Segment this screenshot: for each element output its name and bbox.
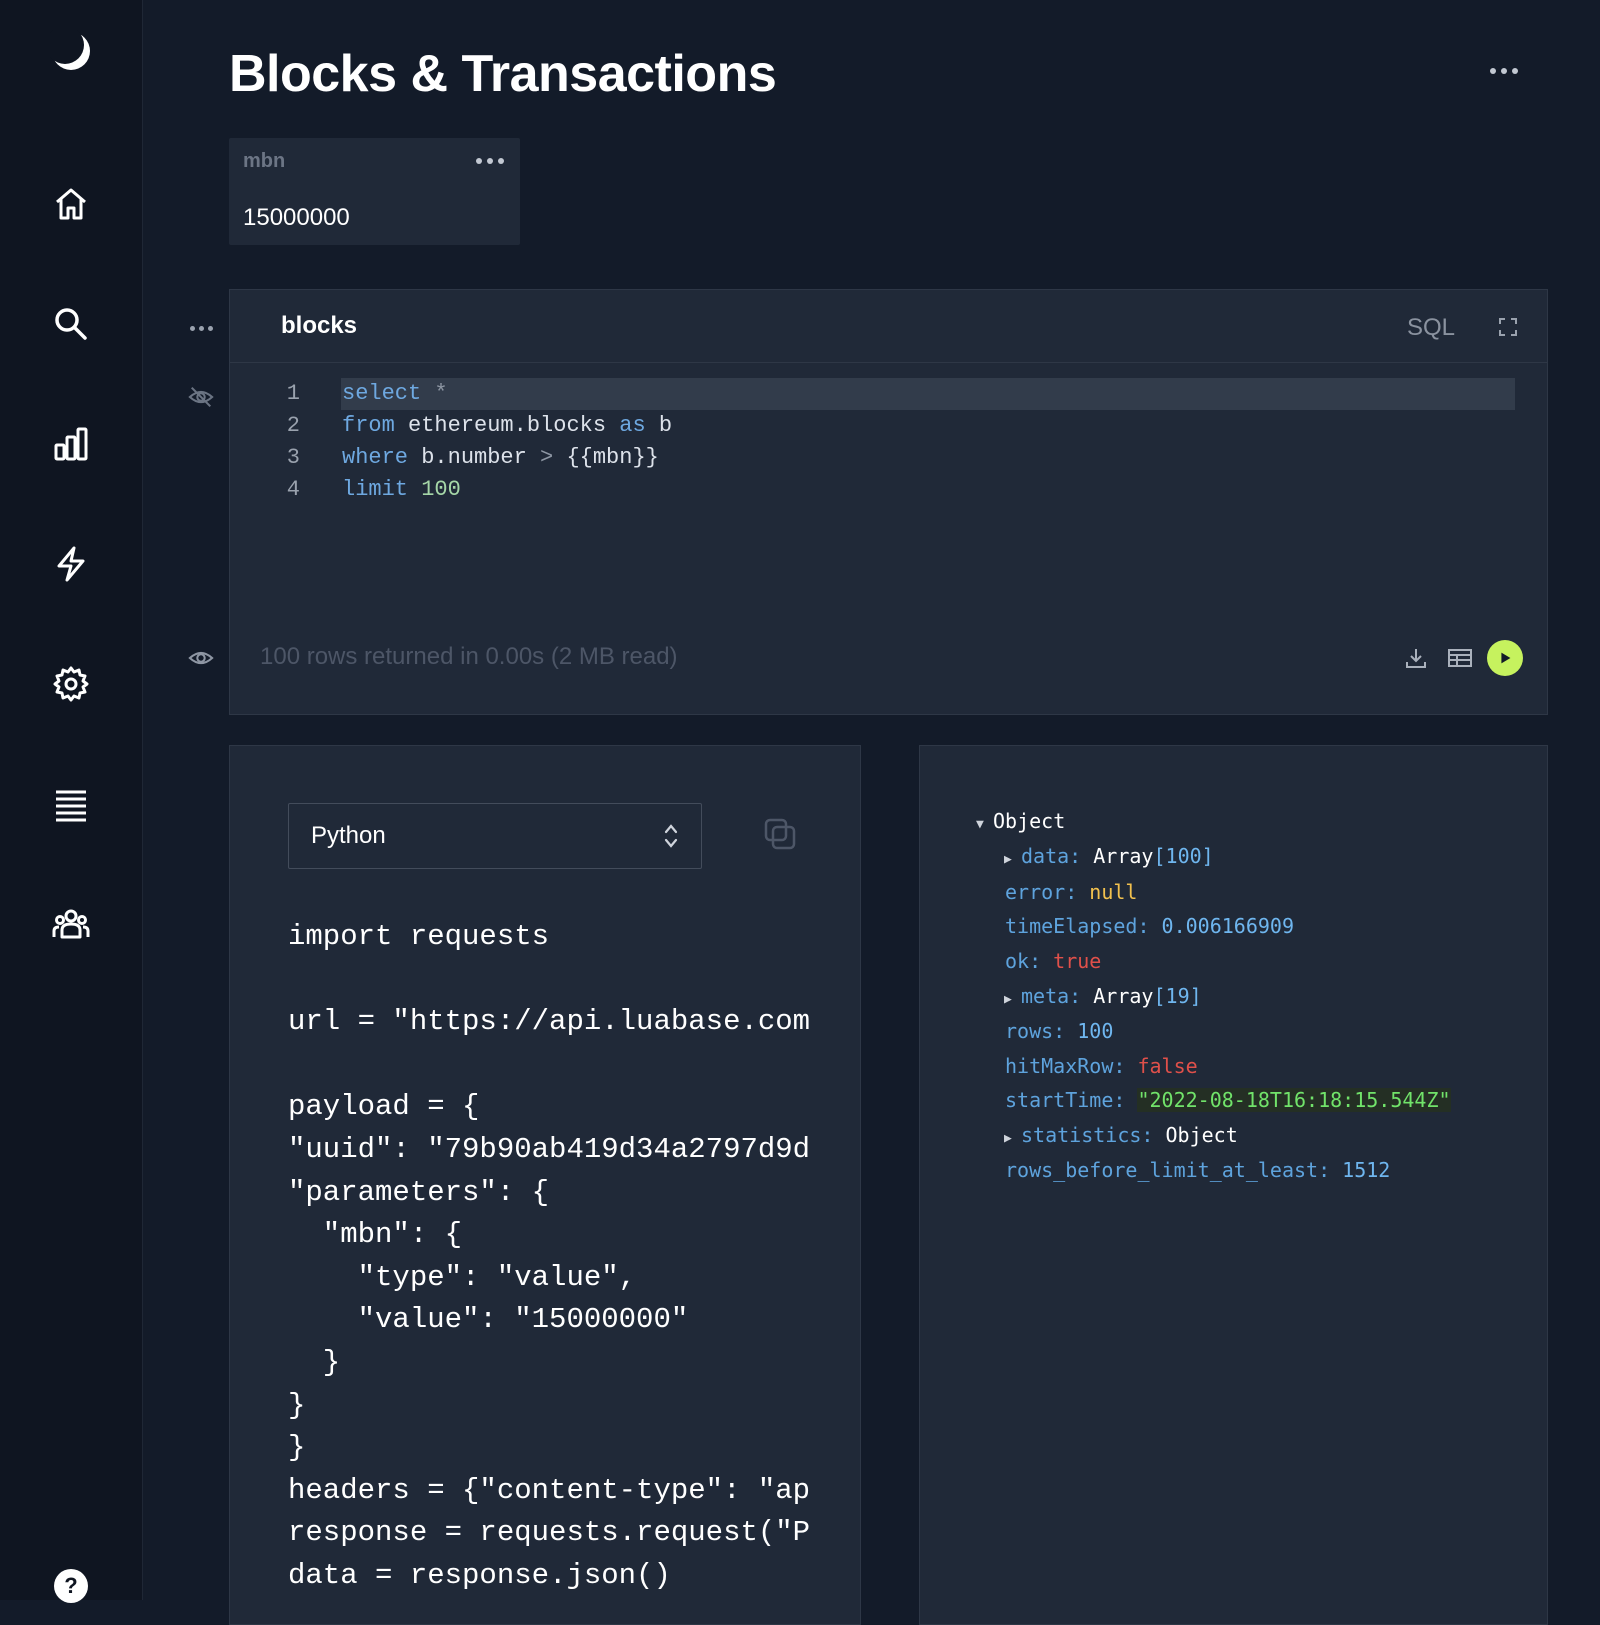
page-more-button[interactable] — [1484, 58, 1524, 84]
json-node: error: null — [1005, 879, 1138, 904]
list-icon — [56, 790, 86, 822]
expand-icon[interactable] — [1497, 316, 1519, 338]
sidebar-item-charts[interactable] — [47, 420, 95, 468]
snippet-code-line — [288, 959, 860, 1002]
download-icon — [1406, 649, 1426, 668]
parameter-more-button[interactable] — [476, 158, 504, 164]
sidebar-item-tables[interactable] — [47, 780, 95, 828]
snippet-code-line: import requests — [288, 920, 550, 953]
expand-triangle-icon[interactable]: ▶ — [1004, 1124, 1021, 1154]
json-node[interactable]: ▶ data: Array[100] — [1004, 841, 1214, 871]
run-query-button[interactable] — [1487, 640, 1523, 676]
parameter-value-input[interactable]: 15000000 — [243, 204, 350, 232]
query-status-text: 100 rows returned in 0.00s (2 MB read) — [260, 643, 678, 670]
json-node[interactable]: ▶ meta: Array[19] — [1004, 981, 1202, 1011]
json-node: rows: 100 — [1005, 1018, 1114, 1043]
page-title: Blocks & Transactions — [229, 45, 777, 103]
more-horizontal-icon — [476, 158, 504, 164]
json-node[interactable]: ▶ statistics: Object — [1004, 1120, 1238, 1150]
table-view-button[interactable] — [1447, 645, 1473, 671]
download-button[interactable] — [1403, 645, 1429, 671]
code-line[interactable]: 3 where b.number > {{mbn}} — [230, 442, 1531, 474]
chevron-up-down-icon — [664, 824, 678, 848]
sidebar-item-search[interactable] — [47, 300, 95, 348]
json-node: timeElapsed: 0.006166909 — [1005, 914, 1294, 939]
line-number: 3 — [286, 445, 300, 470]
sql-editor[interactable]: 1 select * 2 from ethereum.blocks as b 3 wher… — [230, 378, 1547, 518]
eye-icon — [188, 651, 214, 665]
query-name[interactable]: blocks — [281, 312, 357, 340]
json-node: rows_before_limit_at_least: 1512 — [1005, 1158, 1391, 1182]
eye-off-icon — [188, 386, 214, 408]
code-text: select * — [342, 381, 448, 406]
cell-more-button[interactable] — [186, 313, 216, 343]
snippet-code-line: "type": "value", — [288, 1260, 637, 1294]
hide-code-button[interactable] — [186, 382, 216, 412]
json-node: hitMaxRow: false — [1005, 1053, 1198, 1078]
line-number: 1 — [286, 381, 300, 406]
search-icon — [55, 308, 87, 340]
table-icon — [1448, 649, 1472, 667]
show-output-button[interactable] — [186, 643, 216, 673]
result-panel: ▼ Object ▶ data: Array[100] error: null timeE… — [919, 745, 1548, 1625]
lightning-icon — [57, 546, 85, 582]
snippet-code-line: "value": "15000000" — [288, 1303, 689, 1337]
query-language-selector[interactable]: SQL — [1407, 314, 1455, 342]
code-text: where b.number > {{mbn}} — [342, 445, 659, 470]
expand-triangle-icon[interactable]: ▶ — [1004, 845, 1021, 875]
parameter-card: mbn 15000000 — [229, 138, 520, 245]
more-horizontal-icon — [1490, 68, 1518, 74]
snippet-code-line: headers = {"content-type": "ap — [288, 1473, 811, 1507]
sidebar-item-help[interactable]: ? — [47, 1562, 95, 1610]
snippet-code-line: url = "https://api.luabase.com — [288, 1005, 811, 1039]
copy-icon[interactable] — [762, 816, 798, 852]
snippet-code-line: "uuid": "79b90ab419d34a2797d9d — [288, 1132, 811, 1166]
sidebar-item-activity[interactable] — [47, 540, 95, 588]
snippet-code-line: } — [288, 1431, 306, 1465]
query-cell: blocks SQL 1 select * 2 from ethereum.block… — [229, 289, 1548, 715]
sidebar-item-team[interactable] — [47, 900, 95, 948]
sidebar-item-home[interactable] — [47, 180, 95, 228]
json-root-node[interactable]: ▼ Object — [976, 806, 1065, 836]
code-line[interactable]: 2 from ethereum.blocks as b — [230, 410, 1531, 442]
snippet-code-line: payload = { — [288, 1090, 480, 1124]
json-node: startTime: "2022-08-18T16:18:15.544Z" — [1005, 1088, 1451, 1113]
snippet-code-line: "mbn": { — [288, 1218, 463, 1252]
expand-triangle-icon[interactable]: ▶ — [1004, 985, 1021, 1015]
snippet-code-line: } — [288, 1388, 306, 1422]
help-icon: ? — [54, 1569, 88, 1603]
code-text: from ethereum.blocks as b — [342, 413, 673, 438]
more-horizontal-icon — [189, 325, 213, 331]
line-number: 2 — [286, 413, 300, 438]
query-header: blocks SQL — [230, 290, 1547, 363]
home-icon — [56, 188, 86, 220]
snippet-code: import requests url = "https://api.luabas… — [288, 916, 860, 1624]
snippet-code-line — [288, 1044, 860, 1087]
snippet-code-line: "parameters": { — [288, 1175, 550, 1209]
snippet-code-line: data = response.json() — [288, 1558, 671, 1592]
line-number: 4 — [286, 477, 300, 502]
snippet-code-line: } — [288, 1345, 341, 1379]
code-text: limit 100 — [342, 477, 461, 502]
code-line[interactable]: 4 limit 100 — [230, 474, 1531, 506]
code-line[interactable]: 1 select * — [230, 378, 1531, 410]
snippet-code-line: response = requests.request("P — [288, 1516, 811, 1550]
svg-text:?: ? — [64, 1573, 77, 1598]
json-node: ok: true — [1005, 949, 1102, 974]
sidebar: ? — [0, 0, 143, 1603]
gear-icon — [53, 666, 89, 702]
snippet-language-value: Python — [311, 822, 386, 849]
parameter-label: mbn — [243, 150, 286, 172]
bar-chart-icon — [54, 427, 88, 461]
active-line-highlight — [341, 378, 1515, 410]
moon-logo-icon[interactable] — [46, 26, 92, 72]
api-snippet-panel: Python import requests url = "https://api… — [229, 745, 861, 1625]
sidebar-item-settings[interactable] — [47, 660, 95, 708]
play-icon — [1501, 652, 1511, 664]
snippet-language-select[interactable]: Python — [288, 803, 702, 869]
team-icon — [52, 909, 90, 939]
